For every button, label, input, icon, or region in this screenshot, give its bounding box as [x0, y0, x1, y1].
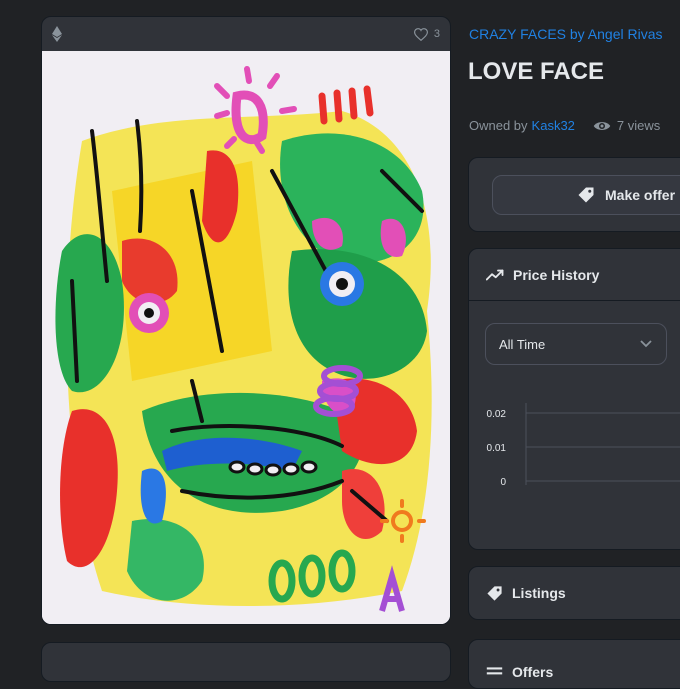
views-count: 7 views [593, 118, 660, 133]
owner-link[interactable]: Kask32 [532, 118, 575, 133]
trend-line-icon [486, 269, 504, 280]
time-range-select[interactable]: All Time [485, 323, 667, 365]
price-chart: 0.02 0.01 0 [487, 403, 680, 488]
tag-icon [578, 187, 594, 203]
artwork-image[interactable] [42, 51, 451, 625]
price-history-title: Price History [513, 266, 600, 283]
views-label: 7 views [616, 118, 661, 133]
listings-panel: Listings [468, 566, 680, 620]
make-offer-label: Make offer [605, 187, 676, 203]
collection-link[interactable]: CRAZY FACES by Angel Rivas [469, 26, 662, 42]
chevron-down-icon [640, 340, 652, 348]
details-card [41, 642, 451, 682]
offers-header[interactable]: Offers [469, 640, 680, 680]
offers-title: Offers [512, 664, 554, 680]
favorite-button[interactable]: 3 [413, 27, 440, 41]
price-history-panel: Price History All Time 0.02 0.01 0 [468, 248, 680, 550]
chart-y-tick-label: 0 [500, 477, 506, 488]
offers-panel: Offers [468, 639, 680, 689]
heart-icon [413, 27, 428, 41]
ethereum-icon [52, 26, 62, 42]
offer-card: Make offer [468, 157, 680, 232]
chart-y-tick-label: 0.02 [487, 409, 507, 420]
chart-y-ticks: 0.02 0.01 0 [487, 409, 680, 488]
owner-row: Owned by Kask32 7 views [469, 117, 680, 134]
price-history-header[interactable]: Price History [469, 249, 680, 301]
listings-title: Listings [512, 585, 566, 601]
image-header: 3 [42, 17, 450, 51]
make-offer-button[interactable]: Make offer [492, 175, 680, 215]
eye-icon [593, 121, 611, 130]
tag-icon [487, 585, 502, 601]
list-icon [486, 667, 503, 675]
image-card: 3 [41, 16, 451, 625]
like-count: 3 [433, 28, 440, 40]
chart-y-tick-label: 0.01 [487, 443, 507, 454]
item-title: LOVE FACE [468, 58, 605, 85]
owned-by-label: Owned by [469, 118, 528, 133]
time-range-value: All Time [499, 336, 546, 352]
listings-header[interactable]: Listings [469, 567, 680, 619]
